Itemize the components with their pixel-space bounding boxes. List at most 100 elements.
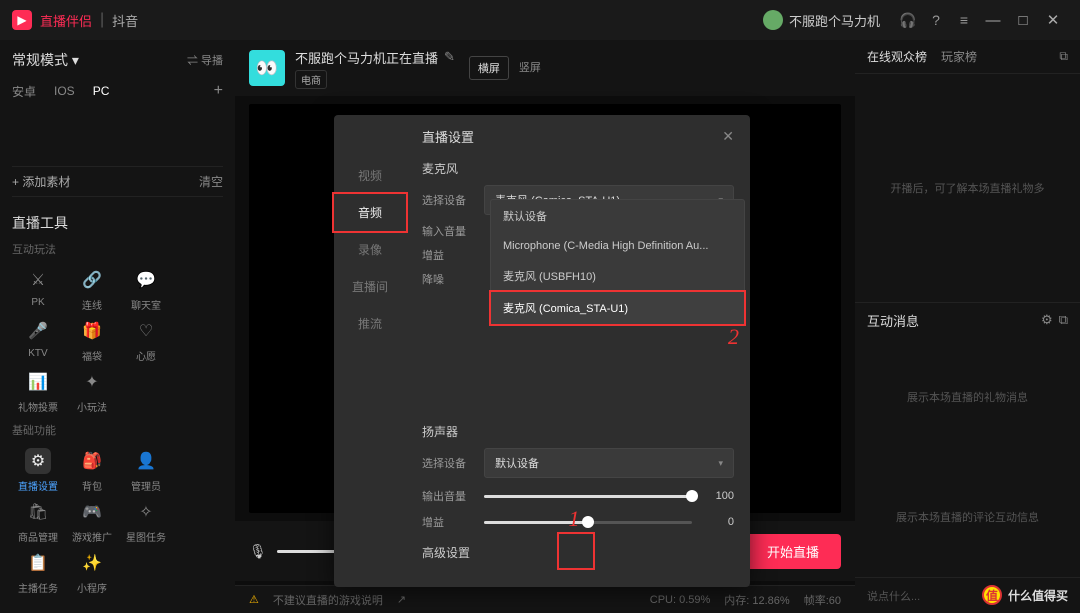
- mode-selector[interactable]: 常规模式 ▾: [12, 50, 79, 70]
- spk-gain-slider[interactable]: [484, 521, 692, 524]
- audience-placeholder: 开播后，可了解本场直播礼物多: [855, 74, 1080, 302]
- output-vol-label: 输出音量: [422, 488, 472, 504]
- username-label[interactable]: 不服跑个马力机: [789, 11, 880, 30]
- stream-category[interactable]: 电商: [295, 70, 327, 89]
- headset-icon[interactable]: 🎧: [894, 12, 922, 29]
- avatar[interactable]: [763, 10, 783, 30]
- msg-settings-icon[interactable]: ⚙: [1041, 312, 1053, 328]
- watermark: 值 什么值得买: [982, 585, 1068, 605]
- platform-tabs: 安卓 IOS PC +: [12, 82, 223, 100]
- tool-ktv[interactable]: 🎤KTV: [12, 314, 64, 363]
- tab-ios[interactable]: IOS: [54, 84, 75, 98]
- spk-gain-value: 0: [704, 516, 734, 528]
- modal-sidebar: 视频 音频 录像 直播间 推流: [334, 115, 406, 587]
- group-interactive-title: 互动玩法: [12, 241, 223, 257]
- popout-icon[interactable]: ⧉: [1059, 49, 1068, 64]
- input-vol-label: 输入音量: [422, 223, 472, 239]
- stream-header: 👀 不服跑个马力机正在直播 ✎ 电商 横屏 竖屏: [235, 40, 855, 96]
- app-logo: ▶: [12, 10, 32, 30]
- tool-gamepromo[interactable]: 🎮游戏推广: [66, 495, 118, 544]
- interactive-msg-title: 互动消息: [867, 311, 919, 330]
- stream-title: 不服跑个马力机正在直播: [295, 48, 438, 67]
- mic-icon[interactable]: 🎙: [249, 543, 267, 560]
- help-icon[interactable]: ?: [922, 12, 950, 28]
- output-vol-slider[interactable]: [484, 495, 692, 498]
- mic-section-title: 麦克风: [422, 160, 734, 177]
- maximize-button[interactable]: □: [1008, 12, 1038, 29]
- edit-icon[interactable]: ✎: [444, 49, 455, 65]
- titlebar: ▶ 直播伴侣 | 抖音 不服跑个马力机 🎧 ? ≡ — □ ✕: [0, 0, 1080, 40]
- add-material-button[interactable]: + 添加素材: [12, 173, 70, 190]
- tool-vote[interactable]: 📊礼物投票: [12, 365, 64, 414]
- mic-option-cmedia[interactable]: Microphone (C-Media High Definition Au..…: [491, 232, 744, 260]
- status-warning-text[interactable]: 不建议直播的游戏说明: [273, 592, 383, 608]
- orient-vertical[interactable]: 竖屏: [511, 56, 549, 80]
- modal-title: 直播设置: [422, 127, 474, 146]
- msg-popout-icon[interactable]: ⧉: [1059, 312, 1068, 328]
- modal-tab-push[interactable]: 推流: [334, 305, 406, 342]
- watermark-text: 什么值得买: [1008, 587, 1068, 604]
- mic-option-comica[interactable]: 麦克风 (Comica_STA-U1): [491, 292, 744, 324]
- warning-icon: ⚠: [249, 593, 259, 606]
- close-button[interactable]: ✕: [1038, 11, 1068, 29]
- cpu-stat: CPU: 0.59%: [650, 594, 711, 606]
- modal-tab-record[interactable]: 录像: [334, 231, 406, 268]
- tool-backpack[interactable]: 🎒背包: [66, 444, 118, 493]
- tab-pc[interactable]: PC: [93, 84, 110, 98]
- tool-chatroom[interactable]: 💬聊天室: [120, 263, 172, 312]
- tool-hosttask[interactable]: 📋主播任务: [12, 546, 64, 595]
- brand-name: 抖音: [112, 11, 138, 30]
- advanced-section-title: 高级设置: [422, 544, 734, 561]
- tool-settings[interactable]: ⚙直播设置: [12, 444, 64, 493]
- noise-label: 降噪: [422, 271, 472, 287]
- tab-android[interactable]: 安卓: [12, 83, 36, 100]
- chevron-down-icon: ▾: [718, 458, 723, 469]
- tool-pk[interactable]: ⚔PK: [12, 263, 64, 312]
- modal-tab-audio[interactable]: 音频: [334, 194, 406, 231]
- tool-miniapp[interactable]: ✨小程序: [66, 546, 118, 595]
- comment-placeholder: 展示本场直播的评论互动信息: [855, 457, 1080, 577]
- tool-xiaowanfa[interactable]: ✦小玩法: [66, 365, 118, 414]
- settings-modal: 视频 音频 录像 直播间 推流 直播设置 ✕ 麦克风 选择设备 麦克风 (Com…: [334, 115, 750, 587]
- mic-device-label: 选择设备: [422, 192, 472, 208]
- gift-placeholder: 展示本场直播的礼物消息: [855, 337, 1080, 457]
- mic-option-usbfh10[interactable]: 麦克风 (USBFH10): [491, 260, 744, 292]
- tool-shop[interactable]: 🛍商品管理: [12, 495, 64, 544]
- mic-device-dropdown: 默认设备 Microphone (C-Media High Definition…: [490, 199, 745, 325]
- export-button[interactable]: ⇌ 导播: [187, 52, 223, 68]
- menu-icon[interactable]: ≡: [950, 12, 978, 28]
- spk-gain-label: 增益: [422, 514, 472, 530]
- modal-close-button[interactable]: ✕: [722, 128, 734, 145]
- add-tab-button[interactable]: +: [214, 82, 223, 100]
- stream-thumbnail[interactable]: 👀: [249, 50, 285, 86]
- status-link-icon[interactable]: ↗: [397, 593, 406, 606]
- left-panel: 常规模式 ▾ ⇌ 导播 安卓 IOS PC + + 添加素材 清空 直播工具 互…: [0, 40, 235, 613]
- title-sep: |: [100, 11, 104, 29]
- status-bar: ⚠ 不建议直播的游戏说明 ↗ CPU: 0.59% 内存: 12.86% 帧率:…: [235, 585, 855, 613]
- orient-horizontal[interactable]: 横屏: [469, 56, 509, 80]
- fps-stat: 帧率:60: [804, 592, 841, 608]
- source-list: [12, 110, 223, 166]
- gain-label: 增益: [422, 247, 472, 263]
- group-basic-title: 基础功能: [12, 422, 223, 438]
- modal-tab-room[interactable]: 直播间: [334, 268, 406, 305]
- app-name: 直播伴侣: [40, 11, 92, 30]
- modal-tab-video[interactable]: 视频: [334, 157, 406, 194]
- tool-admin[interactable]: 👤管理员: [120, 444, 172, 493]
- tools-title: 直播工具: [12, 213, 223, 233]
- clear-button[interactable]: 清空: [199, 173, 223, 190]
- minimize-button[interactable]: —: [978, 12, 1008, 29]
- start-stream-button[interactable]: 开始直播: [745, 534, 841, 569]
- right-panel: 在线观众榜 玩家榜 ⧉ 开播后，可了解本场直播礼物多 互动消息 ⚙ ⧉ 展示本场…: [855, 40, 1080, 613]
- tool-fudai[interactable]: 🎁福袋: [66, 314, 118, 363]
- tab-player[interactable]: 玩家榜: [941, 48, 977, 65]
- tool-startask[interactable]: ✧星图任务: [120, 495, 172, 544]
- tool-lianxian[interactable]: 🔗连线: [66, 263, 118, 312]
- mic-option-default[interactable]: 默认设备: [491, 200, 744, 232]
- tool-xinyuan[interactable]: ♡心愿: [120, 314, 172, 363]
- output-vol-value: 100: [704, 490, 734, 502]
- speaker-section-title: 扬声器: [422, 423, 734, 440]
- spk-device-select[interactable]: 默认设备▾: [484, 448, 734, 478]
- spk-device-label: 选择设备: [422, 455, 472, 471]
- tab-audience[interactable]: 在线观众榜: [867, 48, 927, 65]
